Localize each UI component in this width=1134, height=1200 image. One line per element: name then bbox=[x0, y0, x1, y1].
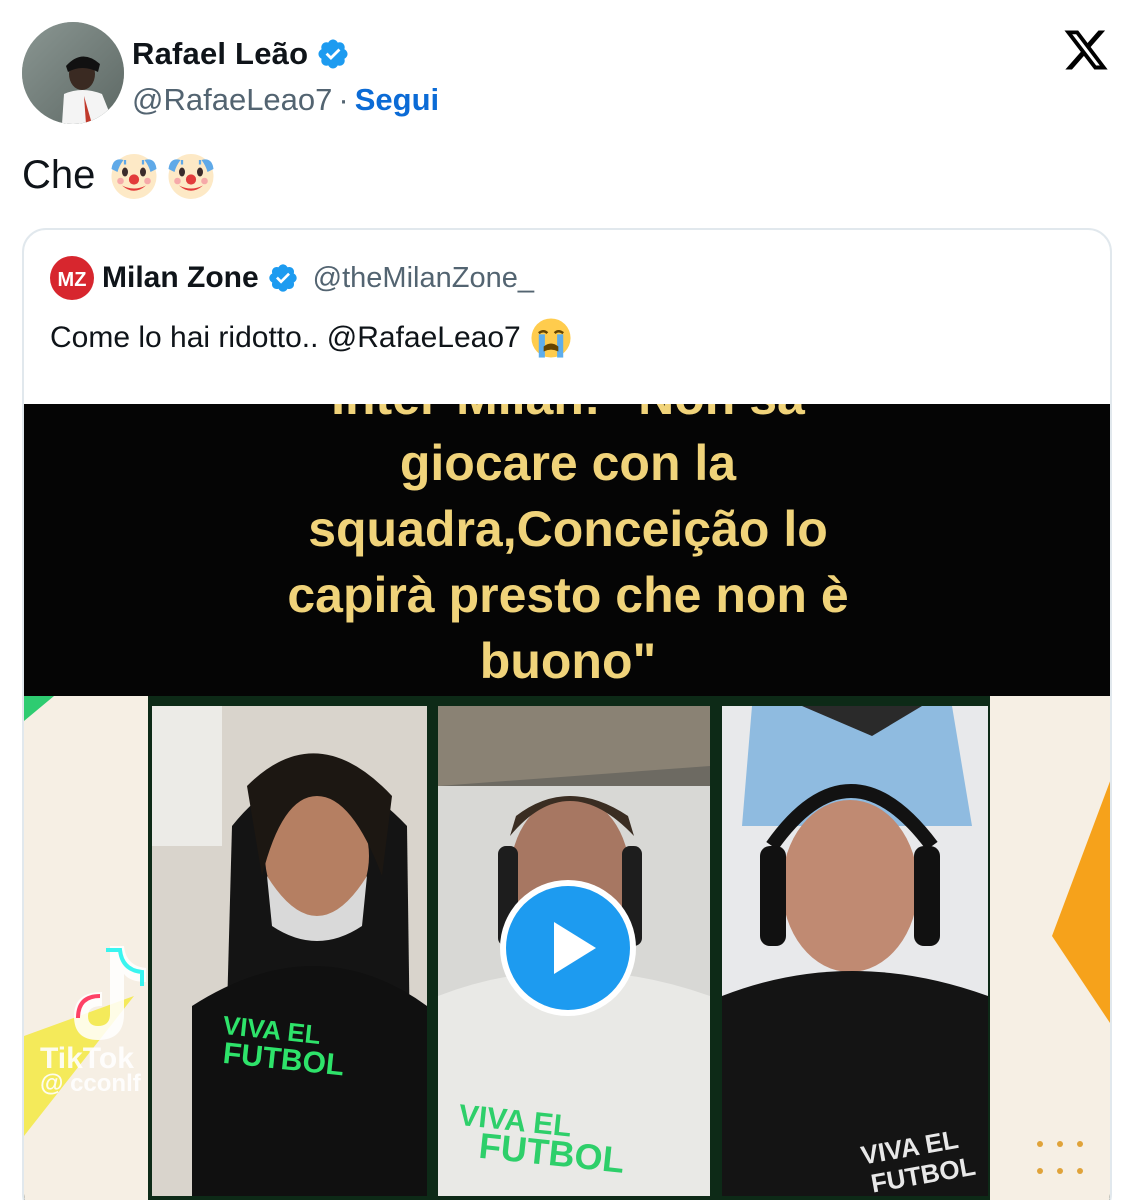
video-caption: Inter-Milan: "Non sa giocare con la squa… bbox=[24, 404, 1110, 696]
author-handle-row: @RafaeLeao7 · Segui bbox=[132, 82, 439, 118]
verified-badge-icon bbox=[269, 264, 297, 292]
caption-line: Inter-Milan: "Non sa bbox=[24, 404, 1110, 430]
author-avatar[interactable] bbox=[22, 22, 124, 124]
clown-face-icon bbox=[111, 154, 157, 199]
author-name-row: Rafael Leão bbox=[132, 36, 350, 72]
quoted-display-name[interactable]: Milan Zone bbox=[102, 261, 259, 295]
video-player[interactable]: Inter-Milan: "Non sa giocare con la squa… bbox=[24, 404, 1110, 1200]
author-display-name[interactable]: Rafael Leão bbox=[132, 36, 308, 72]
follow-button[interactable]: Segui bbox=[355, 82, 439, 118]
play-button-icon[interactable] bbox=[498, 878, 638, 1018]
quoted-tweet-header: MZ Milan Zone @theMilanZone_ bbox=[50, 256, 534, 300]
verified-badge-icon bbox=[318, 39, 348, 69]
author-handle[interactable]: @RafaeLeao7 bbox=[132, 82, 332, 118]
video-person-left: VIVA EL FUTBOL bbox=[152, 706, 427, 1196]
caption-line: buono" bbox=[479, 633, 657, 689]
tiktok-username: @ cconlf bbox=[40, 1070, 141, 1097]
clown-face-icon bbox=[168, 154, 214, 199]
caption-line: squadra,Conceição lo bbox=[308, 501, 828, 557]
quoted-tweet-card[interactable]: MZ Milan Zone @theMilanZone_ Come lo hai… bbox=[22, 228, 1112, 1200]
video-side-right bbox=[990, 696, 1110, 1200]
separator-dot: · bbox=[338, 82, 349, 117]
quoted-handle[interactable]: @theMilanZone_ bbox=[313, 262, 534, 295]
loudly-crying-face-icon bbox=[531, 318, 571, 358]
quoted-tweet-text: Come lo hai ridotto.. @RafaeLeao7 bbox=[50, 316, 573, 360]
milan-zone-avatar-icon[interactable]: MZ bbox=[50, 256, 94, 300]
video-frame: VIVA EL FUTBOL VIVA EL FUTBOL VIVA EL FU… bbox=[24, 696, 1110, 1200]
video-person-right: VIVA EL FUTBOL bbox=[722, 706, 988, 1196]
caption-line: giocare con la bbox=[399, 435, 737, 491]
tweet-text: Che bbox=[22, 148, 218, 202]
tweet-header: Rafael Leão @RafaeLeao7 · Segui bbox=[22, 22, 1112, 126]
svg-text:MZ: MZ bbox=[58, 269, 87, 291]
tweet-text-content: Che bbox=[22, 152, 96, 197]
x-logo-icon[interactable] bbox=[1062, 26, 1110, 74]
caption-line: capirà presto che non è bbox=[287, 567, 849, 623]
tiktok-watermark: TikTok @ cconlf bbox=[40, 936, 180, 1097]
quoted-tweet-text-content: Come lo hai ridotto.. @RafaeLeao7 bbox=[50, 321, 521, 354]
